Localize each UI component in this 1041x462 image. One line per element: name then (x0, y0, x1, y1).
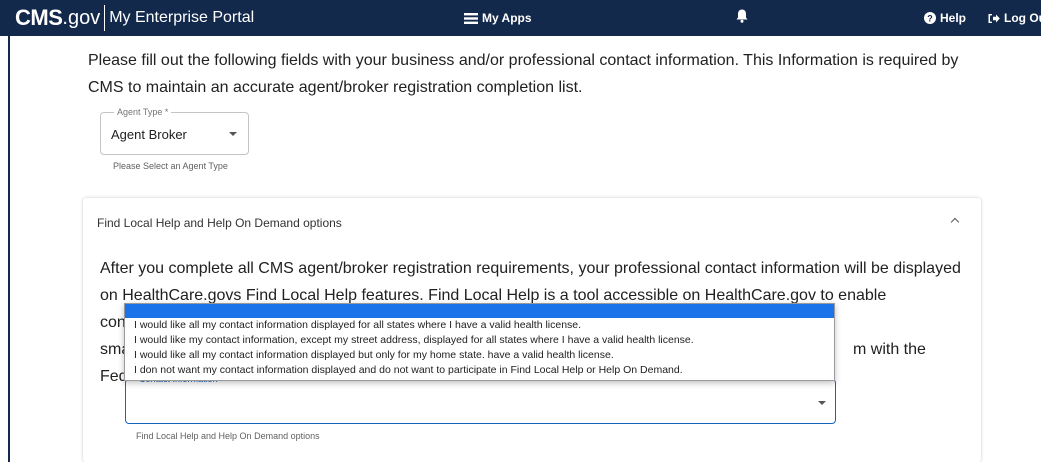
cms-logo[interactable]: CMS .gov My Enterprise Portal (15, 5, 254, 31)
agent-type-value: Agent Broker (111, 127, 187, 142)
agent-type-select[interactable]: Agent Type * Agent Broker (100, 107, 249, 155)
agent-type-label: Agent Type * (114, 107, 172, 117)
portal-title: My Enterprise Portal (109, 9, 255, 26)
intro-paragraph: Please fill out the following fields wit… (88, 52, 959, 96)
notifications-button[interactable] (736, 9, 748, 23)
bell-icon (736, 9, 748, 23)
body-line-3-end: m with the (853, 341, 926, 358)
svg-text:?: ? (927, 13, 933, 23)
caret-down-icon (818, 401, 826, 405)
contact-information-select[interactable]: Contact Information (125, 374, 836, 424)
chevron-up-icon (950, 217, 960, 227)
my-apps-label: My Apps (482, 11, 532, 25)
accordion-header[interactable]: Find Local Help and Help On Demand optio… (83, 198, 981, 250)
menu-option-no-street-address[interactable]: I would like my contact information, exc… (125, 333, 834, 348)
contact-options-menu: I would like all my contact information … (124, 303, 835, 381)
logout-label: Log Ou (1004, 11, 1041, 25)
menu-option-home-state[interactable]: I would like all my contact information … (125, 348, 834, 363)
help-label: Help (940, 11, 967, 25)
menu-highlighted-option[interactable] (125, 304, 834, 318)
brand-gov: .gov (62, 6, 101, 29)
sign-out-icon (988, 13, 1000, 23)
body-line-1: After you complete all CMS agent/broker … (100, 260, 961, 277)
brand-cms: CMS (15, 5, 63, 30)
menu-option-all-states[interactable]: I would like all my contact information … (125, 318, 834, 333)
agent-type-helper: Please Select an Agent Type (113, 161, 228, 171)
left-border (8, 36, 10, 462)
question-circle-icon: ? (924, 12, 936, 24)
list-icon (464, 12, 478, 24)
menu-option-opt-out[interactable]: I don not want my contact information di… (125, 363, 834, 378)
logout-link[interactable]: Log Ou (988, 11, 1041, 25)
my-apps-link[interactable]: My Apps (464, 11, 532, 25)
top-navbar: CMS .gov My Enterprise Portal My Apps ? H… (0, 0, 1041, 36)
contact-information-helper: Find Local Help and Help On Demand optio… (136, 431, 320, 441)
brand-divider (104, 5, 106, 31)
accordion-title: Find Local Help and Help On Demand optio… (97, 216, 342, 230)
caret-down-icon (229, 132, 237, 136)
help-link[interactable]: ? Help (924, 11, 966, 25)
